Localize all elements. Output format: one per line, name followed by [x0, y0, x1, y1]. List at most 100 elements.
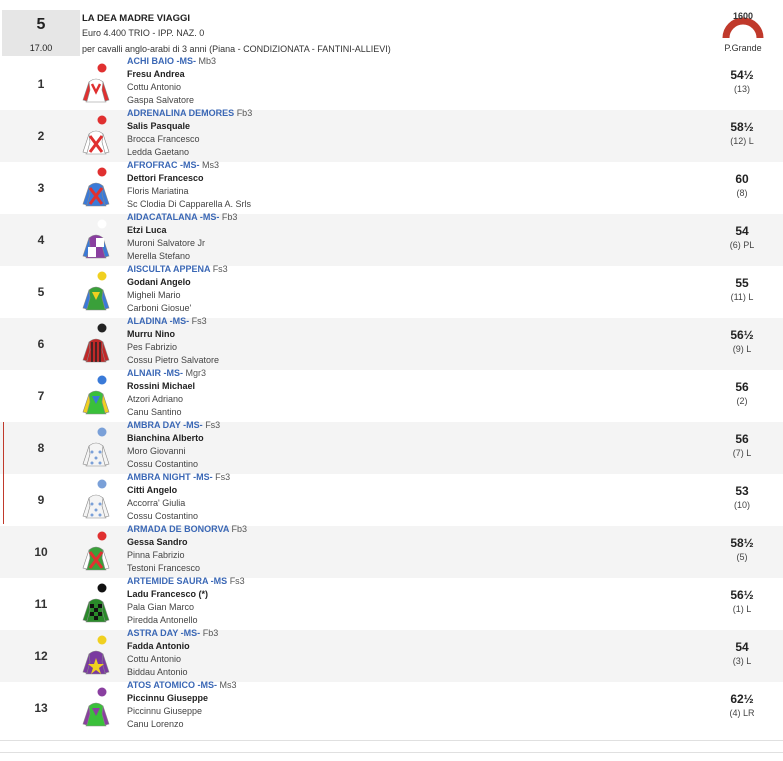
- runner-row[interactable]: 3 AFROFRAC -MS- Ms3 Dettori Francesco Fl…: [0, 160, 783, 214]
- runner-row[interactable]: 6 ALADINA -MS- Fs3 Murru Nino Pes Fabriz…: [0, 316, 783, 370]
- runners-list: 1 ACHI BAIO -MS- Mb3 Fresu Andrea Cottu …: [0, 56, 783, 734]
- runner-number: 13: [34, 701, 48, 715]
- trainer-name: Cottu Antonio: [127, 82, 182, 92]
- weight: 54: [735, 640, 749, 654]
- horse-name[interactable]: ADRENALINA DEMORES: [127, 108, 234, 118]
- horse-name-link[interactable]: AMBRA NIGHT -MS- Fs3: [127, 472, 230, 482]
- jockey-name: Dettori Francesco: [127, 173, 204, 183]
- draw-detail: (7) L: [732, 448, 752, 458]
- runner-row[interactable]: 4 AIDACATALANA -MS- Fb3 Etzi Luca Muroni…: [0, 212, 783, 266]
- horse-form: Fb3: [236, 108, 253, 118]
- runner-row[interactable]: 2 ADRENALINA DEMORES Fb3 Salis Pasquale …: [0, 108, 783, 162]
- track-shape-icon: 1600: [722, 11, 764, 39]
- horse-name-link[interactable]: ALADINA -MS- Fs3: [127, 316, 207, 326]
- trainer-name: Pala Gian Marco: [127, 602, 195, 612]
- horse-name[interactable]: ACHI BAIO -MS-: [127, 56, 196, 66]
- race-prize: Euro 4.400 TRIO - IPP. NAZ. 0: [82, 28, 205, 38]
- runner-row[interactable]: 13 ATOS ATOMICO -MS- Ms3 Piccinnu Giusep…: [0, 680, 783, 734]
- weight: 56½: [730, 588, 754, 602]
- runner-number: 10: [34, 545, 48, 559]
- runner-row[interactable]: 8 AMBRA DAY -MS- Fs3 Bianchina Alberto M…: [0, 420, 783, 474]
- jockey-name: Godani Angelo: [127, 277, 191, 287]
- runner-row[interactable]: 12 ASTRA DAY -MS- Fb3 Fadda Antonio Cott…: [0, 628, 783, 682]
- horse-name-link[interactable]: AIDACATALANA -MS- Fb3: [127, 212, 237, 222]
- trainer-name: Atzori Adriano: [127, 394, 184, 404]
- horse-name[interactable]: ARTEMIDE SAURA -MS: [127, 576, 227, 586]
- horse-name[interactable]: ALADINA -MS-: [127, 316, 189, 326]
- draw-detail: (3) L: [732, 656, 752, 666]
- owner-name: Carboni Giosue': [127, 303, 192, 313]
- horse-name[interactable]: ATOS ATOMICO -MS-: [127, 680, 217, 690]
- jockey-name: Murru Nino: [127, 329, 175, 339]
- owner-name: Piredda Antonello: [127, 615, 198, 625]
- draw-detail: (12) L: [730, 136, 754, 146]
- jockey-name: Bianchina Alberto: [127, 433, 204, 443]
- horse-name[interactable]: ASTRA DAY -MS-: [127, 628, 200, 638]
- owner-name: Sc Clodia Di Capparella A. Srls: [127, 199, 252, 209]
- trainer-name: Cottu Antonio: [127, 654, 182, 664]
- horse-form: Fs3: [229, 576, 245, 586]
- horse-name-link[interactable]: ADRENALINA DEMORES Fb3: [127, 108, 252, 118]
- runner-row[interactable]: 10 ARMADA DE BONORVA Fb3 Gessa Sandro Pi…: [0, 524, 783, 578]
- horse-name[interactable]: AFROFRAC -MS-: [127, 160, 200, 170]
- race-title: LA DEA MADRE VIAGGI: [82, 13, 191, 24]
- horse-name-link[interactable]: ALNAIR -MS- Mgr3: [127, 368, 206, 378]
- jockey-silk-icon: [80, 166, 112, 210]
- owner-name: Canu Lorenzo: [127, 719, 184, 729]
- horse-form: Fb3: [202, 628, 219, 638]
- jockey-silk-icon: [80, 426, 112, 470]
- horse-name-link[interactable]: ASTRA DAY -MS- Fb3: [127, 628, 218, 638]
- runner-row[interactable]: 5 AISCULTA APPENA Fs3 Godani Angelo Migh…: [0, 264, 783, 318]
- owner-name: Gaspa Salvatore: [127, 95, 195, 105]
- horse-name[interactable]: ALNAIR -MS-: [127, 368, 183, 378]
- jockey-name: Piccinnu Giuseppe: [127, 693, 209, 703]
- race-number-box: 5 17.00: [2, 10, 80, 56]
- jockey-silk-icon: [80, 218, 112, 262]
- jockey-name: Ladu Francesco (*): [127, 589, 209, 599]
- horse-name[interactable]: AMBRA NIGHT -MS-: [127, 472, 213, 482]
- runner-number: 12: [34, 649, 48, 663]
- horse-name-link[interactable]: ATOS ATOMICO -MS- Ms3: [127, 680, 237, 690]
- horse-form: Fb3: [221, 212, 238, 222]
- horse-name-link[interactable]: AMBRA DAY -MS- Fs3: [127, 420, 220, 430]
- runner-row[interactable]: 7 ALNAIR -MS- Mgr3 Rossini Michael Atzor…: [0, 368, 783, 422]
- jockey-name: Rossini Michael: [127, 381, 196, 391]
- runner-row[interactable]: 9 AMBRA NIGHT -MS- Fs3 Citti Angelo Acco…: [0, 472, 783, 526]
- horse-name-link[interactable]: AISCULTA APPENA Fs3: [127, 264, 228, 274]
- runner-row[interactable]: 1 ACHI BAIO -MS- Mb3 Fresu Andrea Cottu …: [0, 56, 783, 110]
- owner-name: Biddau Antonio: [127, 667, 188, 677]
- trainer-name: Floris Mariatina: [127, 186, 189, 196]
- selection-marker: [3, 422, 4, 524]
- horse-name[interactable]: AMBRA DAY -MS-: [127, 420, 203, 430]
- runner-number: 7: [37, 389, 45, 403]
- horse-form: Fs3: [215, 472, 231, 482]
- weight: 60: [735, 172, 749, 186]
- horse-form: Fs3: [212, 264, 228, 274]
- jockey-silk-icon: [80, 686, 112, 730]
- runner-number: 4: [37, 233, 45, 247]
- horse-name[interactable]: ARMADA DE BONORVA: [127, 524, 229, 534]
- horse-name-link[interactable]: ARMADA DE BONORVA Fb3: [127, 524, 247, 534]
- trainer-name: Accorra' Giulia: [127, 498, 186, 508]
- owner-name: Merella Stefano: [127, 251, 191, 261]
- horse-name-link[interactable]: ACHI BAIO -MS- Mb3: [127, 56, 216, 66]
- jockey-name: Salis Pasquale: [127, 121, 191, 131]
- horse-name[interactable]: AIDACATALANA -MS-: [127, 212, 219, 222]
- horse-name-link[interactable]: ARTEMIDE SAURA -MS Fs3: [127, 576, 245, 586]
- jockey-name: Etzi Luca: [127, 225, 167, 235]
- weight: 56½: [730, 328, 754, 342]
- jockey-name: Fresu Andrea: [127, 69, 185, 79]
- horse-name-link[interactable]: AFROFRAC -MS- Ms3: [127, 160, 219, 170]
- jockey-silk-icon: [80, 62, 112, 106]
- jockey-name: Fadda Antonio: [127, 641, 190, 651]
- runner-row[interactable]: 11 ARTEMIDE SAURA -MS Fs3 Ladu Francesco…: [0, 576, 783, 630]
- weight: 56: [735, 380, 749, 394]
- horse-name[interactable]: AISCULTA APPENA: [127, 264, 210, 274]
- jockey-silk-icon: [80, 530, 112, 574]
- trainer-name: Moro Giovanni: [127, 446, 186, 456]
- jockey-name: Gessa Sandro: [127, 537, 188, 547]
- race-number: 5: [36, 16, 46, 33]
- race-distance: 1600: [733, 11, 753, 21]
- draw-detail: (5): [736, 552, 748, 562]
- jockey-silk-icon: [80, 322, 112, 366]
